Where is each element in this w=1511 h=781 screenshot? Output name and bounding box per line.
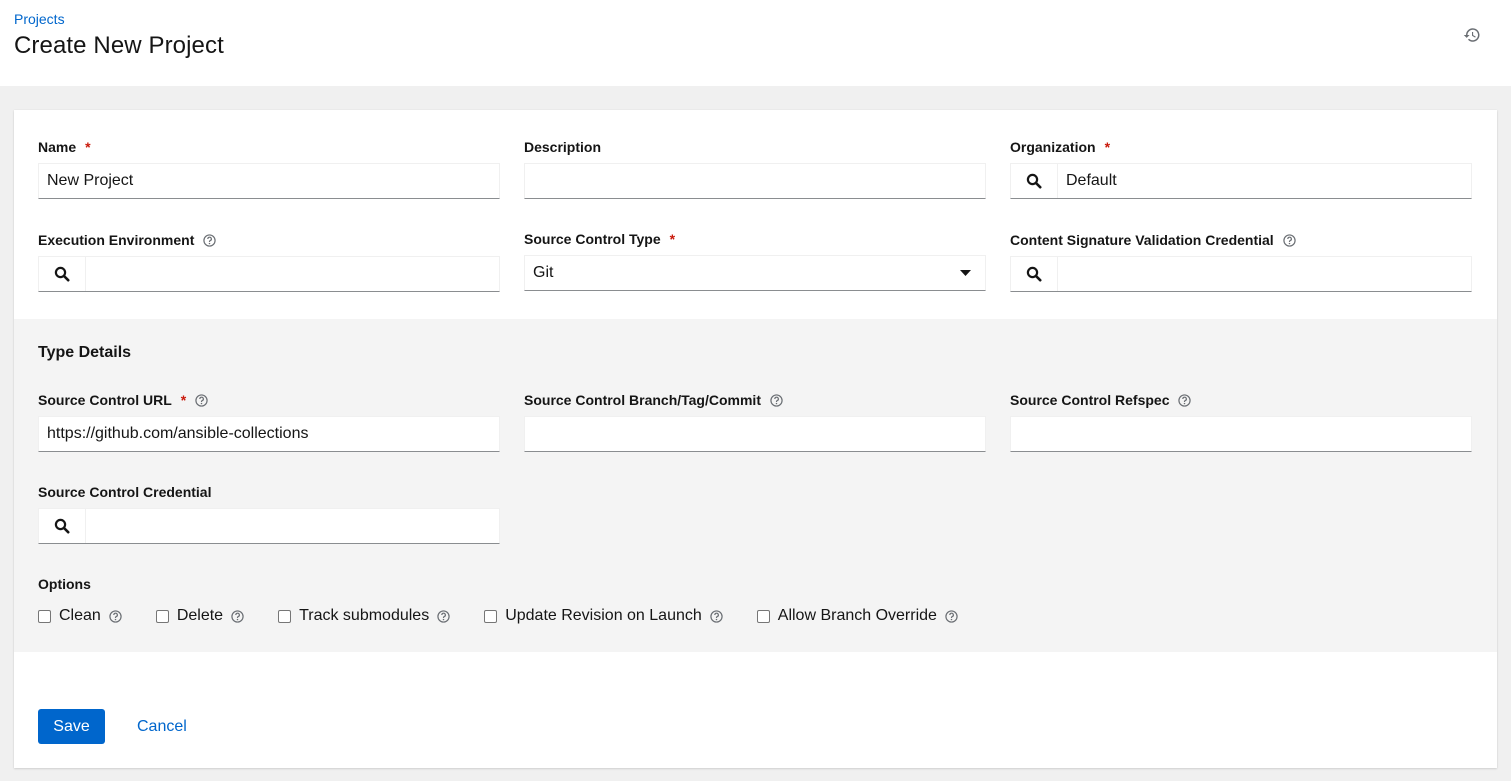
execution-environment-label: Execution Environment bbox=[38, 232, 195, 248]
help-icon[interactable] bbox=[1178, 393, 1192, 407]
content-signature-search-button[interactable] bbox=[1011, 257, 1058, 291]
page-header: Projects Create New Project bbox=[0, 0, 1511, 86]
help-icon[interactable] bbox=[1283, 233, 1296, 247]
name-field: Name * New Project bbox=[38, 137, 500, 199]
organization-value: Default bbox=[1066, 172, 1117, 189]
required-indicator: * bbox=[180, 392, 187, 408]
source-control-credential-search-button[interactable] bbox=[39, 509, 86, 543]
history-icon bbox=[1463, 28, 1480, 42]
name-input[interactable]: New Project bbox=[38, 163, 500, 199]
track-submodules-checkbox[interactable] bbox=[278, 609, 292, 623]
source-control-url-input[interactable]: https://github.com/ansible-collections bbox=[38, 416, 500, 452]
source-control-url-value: https://github.com/ansible-collections bbox=[47, 425, 309, 442]
option-update-revision-on-launch[interactable]: Update Revision on Launch bbox=[484, 607, 723, 625]
help-icon[interactable] bbox=[437, 609, 450, 623]
search-icon bbox=[54, 518, 70, 534]
source-control-branch-label: Source Control Branch/Tag/Commit bbox=[524, 392, 761, 408]
save-button[interactable]: Save bbox=[38, 709, 105, 744]
breadcrumb-projects[interactable]: Projects bbox=[14, 11, 65, 27]
source-control-type-select[interactable]: Git bbox=[524, 255, 986, 291]
help-icon[interactable] bbox=[109, 609, 122, 623]
cancel-button[interactable]: Cancel bbox=[137, 709, 187, 744]
option-allow-branch-override[interactable]: Allow Branch Override bbox=[756, 607, 958, 625]
source-control-refspec-input[interactable] bbox=[1010, 416, 1472, 452]
organization-search-button[interactable] bbox=[1011, 164, 1058, 198]
description-label: Description bbox=[524, 139, 602, 155]
option-track-submodules[interactable]: Track submodules bbox=[278, 607, 450, 625]
content-signature-credential-field: Content Signature Validation Credential bbox=[1010, 230, 1472, 292]
source-control-refspec-field: Source Control Refspec bbox=[1010, 390, 1472, 452]
source-control-type-value: Git bbox=[533, 264, 554, 281]
source-control-url-field: Source Control URL * https://github.com/a… bbox=[38, 390, 500, 452]
required-indicator: * bbox=[669, 231, 676, 247]
help-icon[interactable] bbox=[770, 393, 783, 407]
description-input[interactable] bbox=[524, 163, 986, 199]
source-control-branch-field: Source Control Branch/Tag/Commit bbox=[524, 390, 986, 452]
organization-field: Organization * Default bbox=[1010, 137, 1472, 199]
organization-lookup[interactable]: Default bbox=[1010, 163, 1472, 199]
history-button[interactable] bbox=[1461, 24, 1483, 46]
content-signature-credential-lookup[interactable] bbox=[1010, 256, 1472, 292]
source-control-refspec-label: Source Control Refspec bbox=[1010, 392, 1170, 408]
search-icon bbox=[1026, 173, 1042, 189]
execution-environment-field: Execution Environment bbox=[38, 230, 500, 292]
type-details-title: Type Details bbox=[38, 344, 132, 361]
execution-environment-lookup[interactable] bbox=[38, 256, 500, 292]
update-revision-checkbox[interactable] bbox=[484, 609, 498, 623]
execution-environment-search-button[interactable] bbox=[39, 257, 86, 291]
source-control-branch-input[interactable] bbox=[524, 416, 986, 452]
allow-branch-override-checkbox[interactable] bbox=[756, 609, 770, 623]
help-icon[interactable] bbox=[195, 393, 208, 407]
page-title: Create New Project bbox=[14, 32, 224, 59]
source-control-credential-field: Source Control Credential bbox=[38, 482, 500, 544]
help-icon[interactable] bbox=[203, 233, 217, 247]
source-control-credential-lookup[interactable] bbox=[38, 508, 500, 544]
help-icon[interactable] bbox=[231, 609, 244, 623]
source-control-type-label: Source Control Type bbox=[524, 231, 661, 247]
delete-checkbox[interactable] bbox=[155, 609, 169, 623]
required-indicator: * bbox=[1104, 139, 1111, 155]
options-label: Options bbox=[38, 576, 91, 592]
project-form-card: Name * New Project Description Organizati… bbox=[14, 110, 1497, 768]
required-indicator: * bbox=[85, 139, 91, 155]
option-clean[interactable]: Clean bbox=[38, 607, 122, 625]
source-control-url-label: Source Control URL bbox=[38, 392, 172, 408]
caret-down-icon bbox=[945, 269, 985, 277]
help-icon[interactable] bbox=[710, 609, 723, 623]
clean-checkbox[interactable] bbox=[38, 609, 51, 623]
options-group: Clean Delete Track submodules Update Rev… bbox=[38, 606, 992, 626]
option-delete[interactable]: Delete bbox=[155, 607, 244, 625]
source-control-type-field: Source Control Type * Git bbox=[524, 229, 986, 291]
help-icon[interactable] bbox=[945, 609, 958, 623]
content-signature-credential-label: Content Signature Validation Credential bbox=[1010, 232, 1274, 248]
name-label: Name bbox=[38, 139, 77, 155]
description-field: Description bbox=[524, 137, 986, 199]
search-icon bbox=[1026, 266, 1042, 282]
source-control-credential-label: Source Control Credential bbox=[38, 484, 212, 500]
name-input-value: New Project bbox=[47, 172, 134, 189]
search-icon bbox=[54, 266, 70, 282]
organization-label: Organization bbox=[1010, 139, 1096, 155]
